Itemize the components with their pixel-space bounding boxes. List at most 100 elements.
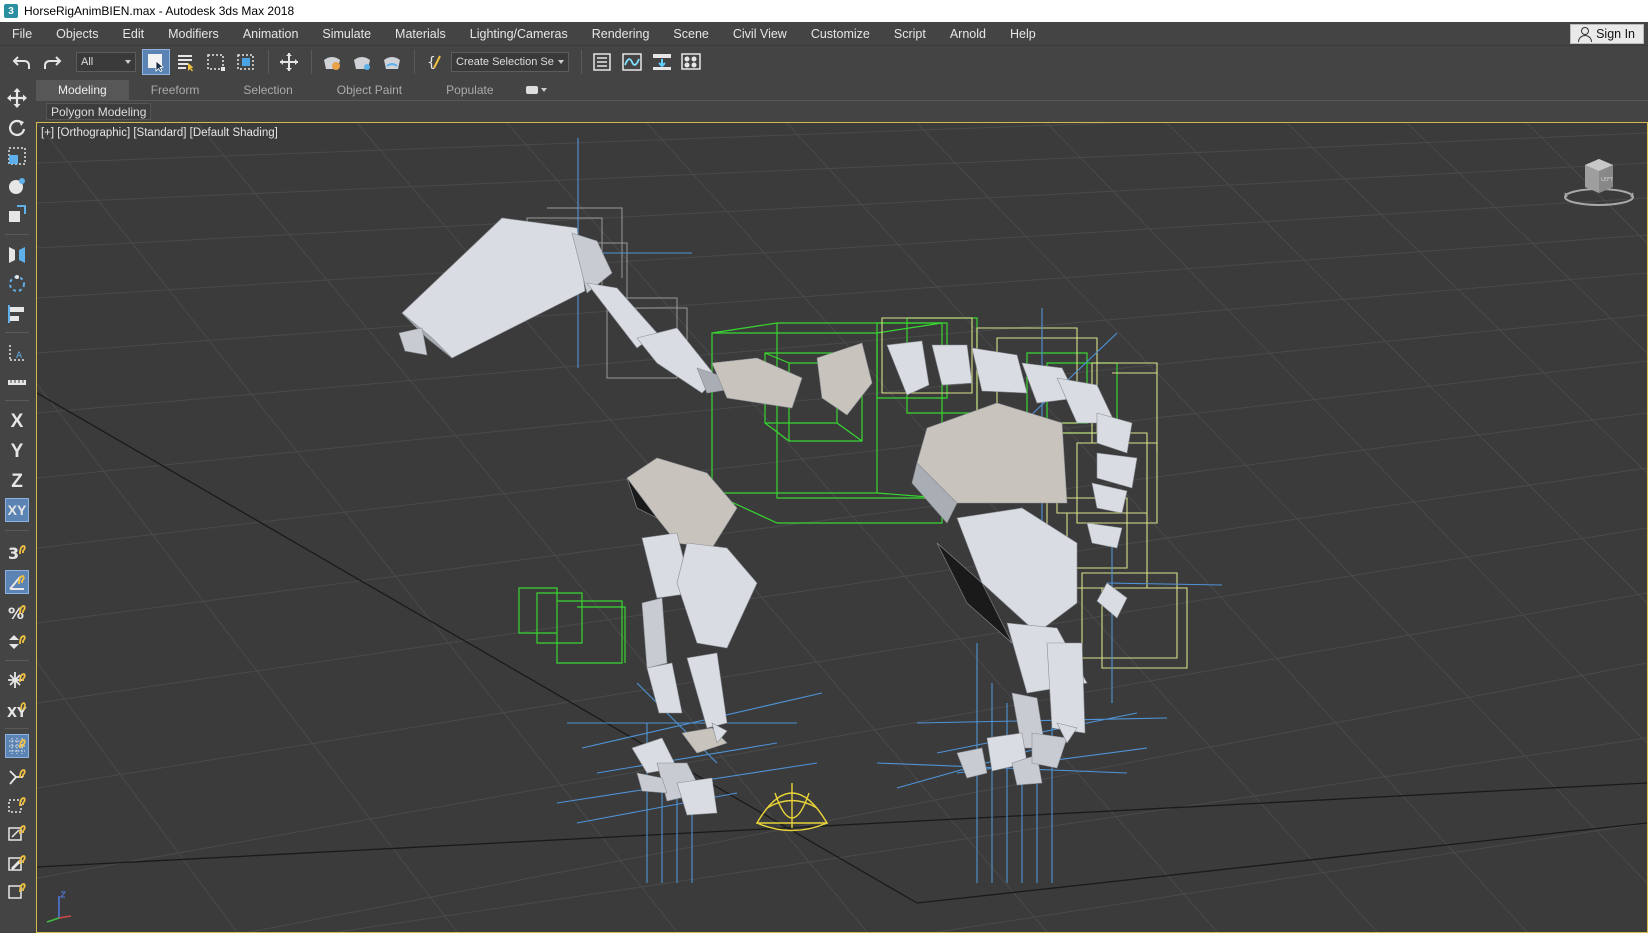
sign-in-button[interactable]: Sign In	[1570, 24, 1644, 44]
render-setup-icon[interactable]	[318, 49, 346, 75]
light-helper	[755, 783, 829, 832]
z-axis-label: Z	[11, 471, 23, 492]
measure-icon[interactable]	[5, 370, 29, 394]
menu-bar: File Objects Edit Modifiers Animation Si…	[0, 22, 1648, 46]
chevron-down-icon	[540, 88, 547, 92]
menu-arnold[interactable]: Arnold	[938, 22, 998, 46]
menu-materials[interactable]: Materials	[383, 22, 458, 46]
grid-snap-icon[interactable]	[5, 734, 29, 758]
ribbon-panel: Polygon Modeling	[36, 100, 1648, 122]
horse-rig-bones	[398, 217, 1138, 816]
polygon-modeling-panel-button[interactable]: Polygon Modeling	[46, 103, 152, 120]
menu-lighting-cameras[interactable]: Lighting/Cameras	[458, 22, 580, 46]
named-selection-icon[interactable]: {	[421, 49, 449, 75]
rectangular-selection-icon[interactable]	[202, 49, 230, 75]
app-window: 3 HorseRigAnimBIEN.max - Autodesk 3ds Ma…	[0, 0, 1648, 933]
spinner-snap-icon[interactable]	[5, 630, 29, 654]
layer-explorer-icon[interactable]	[588, 49, 616, 75]
freeze-selection-icon[interactable]	[5, 668, 29, 692]
paint-icon[interactable]	[5, 174, 29, 198]
percent-snap-icon[interactable]: %	[5, 600, 29, 624]
bone-spine-5	[971, 347, 1028, 394]
svg-text:A: A	[16, 351, 23, 361]
snaps-icon[interactable]: A	[5, 340, 29, 364]
selection-lock-icon[interactable]: XY	[5, 698, 29, 722]
ground-grid	[37, 123, 1647, 932]
viewport-perspective[interactable]: [+] [Orthographic] [Standard] [Default S…	[36, 122, 1648, 933]
menu-animation[interactable]: Animation	[231, 22, 311, 46]
array-icon[interactable]	[5, 272, 29, 296]
x-axis-constraint-button[interactable]: X	[5, 410, 29, 434]
menu-edit[interactable]: Edit	[111, 22, 157, 46]
select-and-move-icon[interactable]	[275, 49, 303, 75]
viewport-scene	[37, 123, 1647, 932]
toolbar-divider	[5, 530, 29, 531]
selection-filter-value: All	[81, 56, 94, 68]
svg-text:3: 3	[8, 544, 19, 562]
toolbar-divider	[5, 660, 29, 661]
selection-set-value: Create Selection Se	[456, 56, 554, 68]
sign-in-label: Sign In	[1596, 27, 1635, 41]
menu-simulate[interactable]: Simulate	[310, 22, 383, 46]
curve-editor-icon[interactable]	[618, 49, 646, 75]
bone-spine-3	[886, 340, 930, 396]
main-toolbar: All { Create Selection Se	[0, 46, 1648, 78]
viewport-label[interactable]: [+] [Orthographic] [Standard] [Default S…	[41, 127, 278, 139]
snap-3d-icon[interactable]: 3	[5, 540, 29, 564]
select-by-name-icon[interactable]	[172, 49, 200, 75]
scale-icon[interactable]	[5, 144, 29, 168]
bone-tail-3	[1091, 482, 1128, 514]
menu-modifiers[interactable]: Modifiers	[156, 22, 231, 46]
mirror-icon[interactable]	[5, 242, 29, 266]
toolbar-divider	[5, 400, 29, 401]
bone-tail-4	[1086, 522, 1123, 549]
xy-plane-constraint-button[interactable]: XY	[5, 498, 29, 522]
schematic-view-icon[interactable]	[648, 49, 676, 75]
redo-icon[interactable]	[38, 49, 66, 75]
selection-filter-dropdown[interactable]: All	[76, 52, 136, 72]
toolbar-divider	[5, 728, 29, 729]
angle-snap-icon[interactable]	[5, 570, 29, 594]
left-command-toolbar: A X Y Z XY 3 % XY	[0, 78, 34, 933]
undo-icon[interactable]	[8, 49, 36, 75]
face-snap-icon[interactable]	[5, 820, 29, 844]
select-object-icon[interactable]	[142, 49, 170, 75]
menu-rendering[interactable]: Rendering	[580, 22, 662, 46]
bone-spine-2	[816, 342, 873, 416]
align-icon[interactable]	[5, 302, 29, 326]
menu-script[interactable]: Script	[882, 22, 938, 46]
menu-scene[interactable]: Scene	[661, 22, 720, 46]
tab-freeform[interactable]: Freeform	[129, 80, 222, 100]
menu-objects[interactable]: Objects	[44, 22, 110, 46]
menu-file[interactable]: File	[0, 22, 44, 46]
pivot-snap-icon[interactable]	[5, 878, 29, 902]
render-frame-icon[interactable]	[348, 49, 376, 75]
bone-rear-thigh	[956, 507, 1078, 634]
tab-object-paint[interactable]: Object Paint	[315, 80, 424, 100]
menu-help[interactable]: Help	[998, 22, 1048, 46]
svg-text:{: {	[427, 55, 436, 71]
window-crossing-icon[interactable]	[232, 49, 260, 75]
rotate-icon[interactable]	[5, 116, 29, 140]
viewcube-icon[interactable]: LEFT	[1561, 153, 1637, 209]
material-editor-icon[interactable]	[678, 49, 706, 75]
edge-snap-icon[interactable]	[5, 792, 29, 816]
y-axis-constraint-button[interactable]: Y	[5, 440, 29, 464]
ribbon-options-button[interactable]	[525, 83, 552, 97]
tab-populate[interactable]: Populate	[424, 80, 515, 100]
bone-tail-2	[1096, 452, 1138, 489]
bone-tail-1	[1096, 412, 1133, 454]
move-icon[interactable]	[5, 86, 29, 110]
selection-set-dropdown[interactable]: Create Selection Se	[451, 52, 569, 72]
edit-snap-icon[interactable]	[5, 850, 29, 874]
vertex-snap-icon[interactable]	[5, 764, 29, 788]
menu-civil-view[interactable]: Civil View	[721, 22, 799, 46]
place-icon[interactable]	[5, 202, 29, 226]
tab-modeling[interactable]: Modeling	[36, 80, 129, 100]
z-axis-constraint-button[interactable]: Z	[5, 470, 29, 494]
menu-customize[interactable]: Customize	[799, 22, 882, 46]
tab-selection[interactable]: Selection	[221, 80, 314, 100]
x-axis-label: X	[10, 411, 24, 432]
render-icon[interactable]	[378, 49, 406, 75]
title-bar: 3 HorseRigAnimBIEN.max - Autodesk 3ds Ma…	[0, 0, 1648, 22]
